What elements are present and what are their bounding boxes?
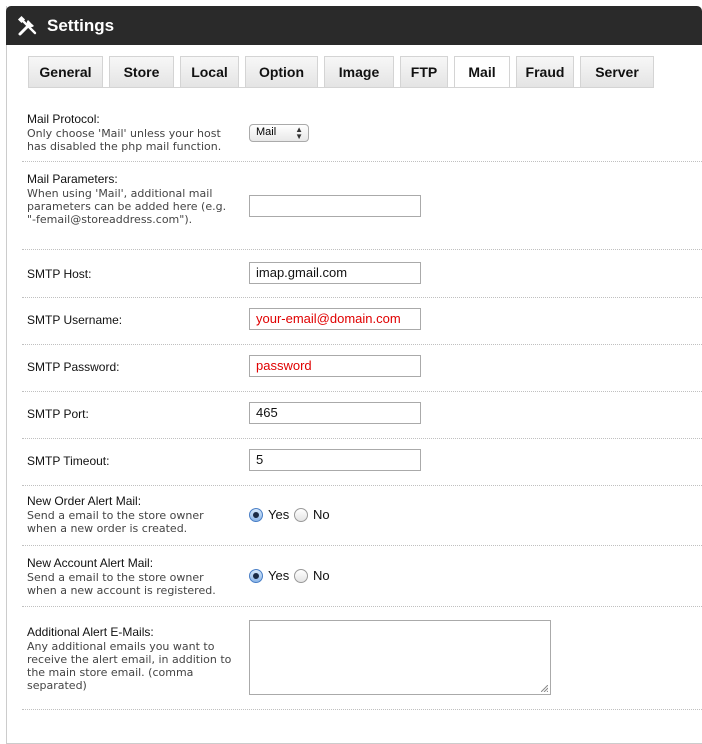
smtp-host-row: SMTP Host: imap.gmail.com [22,250,702,298]
new-account-alert-help: Send a email to the store owner when a n… [27,571,216,597]
additional-alert-emails-textarea[interactable] [249,620,551,695]
tab-divider [28,87,654,88]
mail-parameters-input[interactable] [249,195,421,217]
mail-protocol-help: Only choose 'Mail' unless your host has … [27,127,222,153]
additional-alert-emails-row: Additional Alert E-Mails: Any additional… [22,607,702,710]
tab-general[interactable]: General [28,56,103,87]
new-order-alert-no-label: No [313,507,330,522]
new-order-alert-row: New Order Alert Mail: Send a email to th… [22,486,702,546]
mail-parameters-label: Mail Parameters: [27,172,118,186]
tab-ftp[interactable]: FTP [400,56,448,87]
new-order-alert-yes-label: Yes [268,507,290,522]
smtp-password-label: SMTP Password: [27,360,120,374]
smtp-timeout-label: SMTP Timeout: [27,454,110,468]
new-account-alert-no-radio[interactable] [294,569,308,583]
additional-alert-emails-label: Additional Alert E-Mails: [27,625,154,639]
mail-protocol-label: Mail Protocol: [27,112,100,126]
new-order-alert-no-radio[interactable] [294,508,308,522]
resize-grip-icon[interactable] [541,685,548,692]
new-account-alert-row: New Account Alert Mail: Send a email to … [22,546,702,607]
new-account-alert-no-label: No [313,568,330,583]
new-order-alert-yes-radio[interactable] [249,508,263,522]
smtp-host-input[interactable]: imap.gmail.com [249,262,421,284]
tab-fraud[interactable]: Fraud [516,56,574,87]
page-title: Settings [47,16,115,35]
tab-local[interactable]: Local [180,56,239,87]
smtp-password-row: SMTP Password: password [22,345,702,392]
mail-protocol-select[interactable]: Mail ▲ ▼ [249,124,309,142]
tab-mail[interactable]: Mail [454,56,510,88]
mail-parameters-help: When using 'Mail', additional mail param… [27,187,227,226]
mail-protocol-row: Mail Protocol: Only choose 'Mail' unless… [22,104,702,162]
smtp-username-label: SMTP Username: [27,313,123,327]
new-order-alert-help: Send a email to the store owner when a n… [27,509,204,535]
smtp-host-label: SMTP Host: [27,267,92,281]
smtp-password-input[interactable]: password [249,355,421,377]
settings-header: Settings [6,6,702,45]
tools-icon [17,15,37,36]
new-account-alert-yes-label: Yes [268,568,290,583]
new-account-alert-label: New Account Alert Mail: [27,556,154,570]
smtp-username-input[interactable]: your-email@domain.com [249,308,421,330]
smtp-username-row: SMTP Username: your-email@domain.com [22,298,702,345]
select-arrows-icon: ▲ ▼ [295,125,303,141]
tab-option[interactable]: Option [245,56,318,87]
tab-store[interactable]: Store [109,56,174,87]
new-account-alert-yes-radio[interactable] [249,569,263,583]
new-order-alert-label: New Order Alert Mail: [27,494,142,508]
smtp-port-input[interactable]: 465 [249,402,421,424]
tab-server[interactable]: Server [580,56,654,87]
smtp-timeout-row: SMTP Timeout: 5 [22,439,702,486]
smtp-timeout-input[interactable]: 5 [249,449,421,471]
mail-protocol-value: Mail [256,126,277,138]
smtp-port-label: SMTP Port: [27,407,89,421]
smtp-port-row: SMTP Port: 465 [22,392,702,439]
mail-parameters-row: Mail Parameters: When using 'Mail', addi… [22,162,702,250]
additional-alert-emails-help: Any additional emails you want to receiv… [27,640,232,692]
tab-image[interactable]: Image [324,56,394,87]
